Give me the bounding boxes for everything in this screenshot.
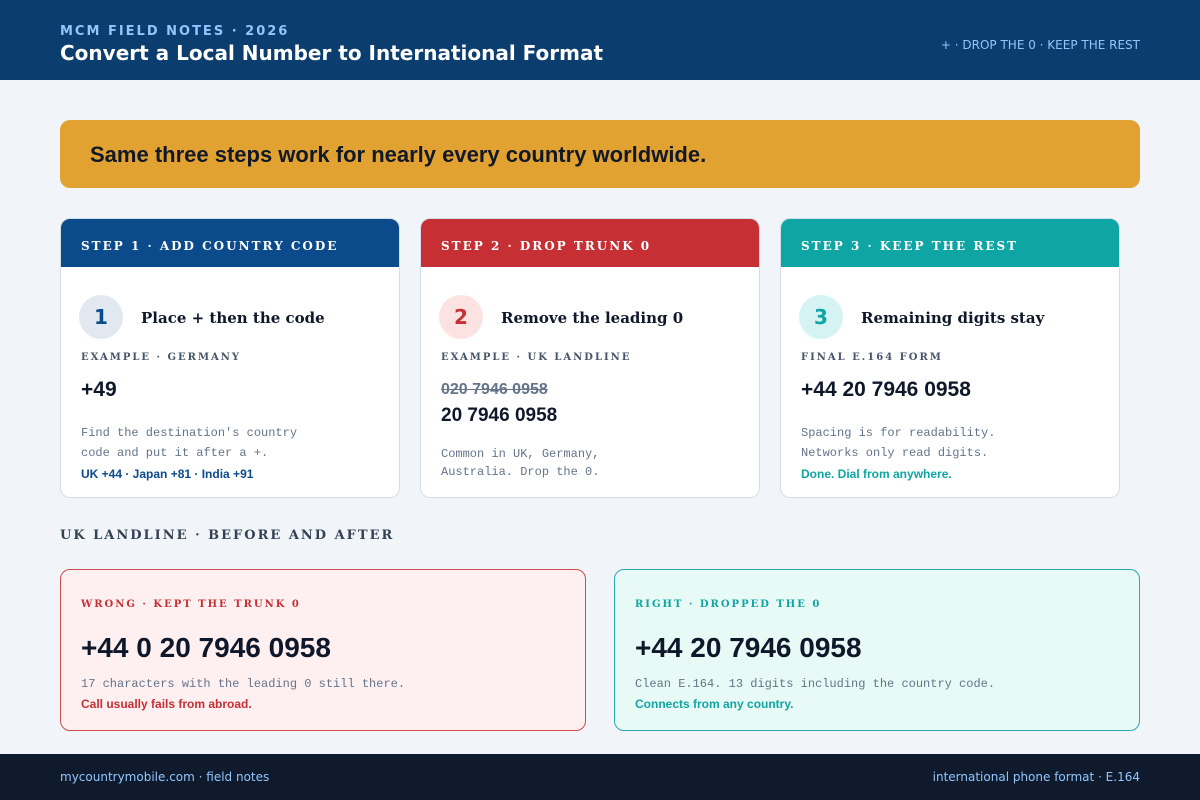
right-example-description: Clean E.164. 13 digits including the cou… — [635, 677, 996, 691]
step-3-band: STEP 3 · KEEP THE REST — [781, 219, 1119, 267]
step-1-description: Find the destination's country code and … — [81, 423, 297, 463]
step-1-description-line: Find the destination's country — [81, 426, 298, 440]
step-2-card: STEP 2 · DROP TRUNK 0 2 Remove the leadi… — [420, 218, 760, 498]
step-2-struck-number: 020 7946 0958 — [441, 381, 548, 398]
step-1-eyebrow: EXAMPLE · GERMANY — [81, 352, 242, 363]
step-1-description-line: code and put it after a +. — [81, 446, 269, 460]
header-tagline: + · DROP THE 0 · KEEP THE REST — [940, 38, 1140, 52]
right-example-note: Connects from any country. — [635, 697, 794, 711]
comparison-section-title: UK LANDLINE · BEFORE AND AFTER — [60, 528, 395, 543]
step-2-heading: Remove the leading 0 — [501, 309, 684, 327]
step-2-example-value: 20 7946 0958 — [441, 405, 558, 426]
step-1-band: STEP 1 · ADD COUNTRY CODE — [61, 219, 399, 267]
wrong-example-card: WRONG · KEPT THE TRUNK 0 +44 0 20 7946 0… — [60, 569, 586, 731]
wrong-example-description: 17 characters with the leading 0 still t… — [81, 677, 406, 691]
footer-site: mycountrymobile.com · field notes — [60, 770, 270, 784]
step-3-description-line: Networks only read digits. — [801, 446, 989, 460]
step-3-heading: Remaining digits stay — [861, 309, 1045, 327]
step-3-example-value: +44 20 7946 0958 — [801, 378, 971, 401]
header-kicker: MCM FIELD NOTES · 2026 — [60, 24, 290, 39]
step-3-description-line: Spacing is for readability. — [801, 426, 996, 440]
wrong-example-note: Call usually fails from abroad. — [81, 697, 252, 711]
step-2-description-line: Common in UK, Germany, — [441, 447, 600, 461]
header-bar: MCM FIELD NOTES · 2026 Convert a Local N… — [0, 0, 1200, 80]
step-3-description: Spacing is for readability. Networks onl… — [801, 423, 995, 463]
step-3-note: Done. Dial from anywhere. — [801, 467, 952, 481]
wrong-example-label: WRONG · KEPT THE TRUNK 0 — [81, 599, 301, 610]
step-2-eyebrow: EXAMPLE · UK LANDLINE — [441, 352, 632, 363]
page-title: Convert a Local Number to International … — [60, 41, 604, 65]
right-example-card: RIGHT · DROPPED THE 0 +44 20 7946 0958 C… — [614, 569, 1140, 731]
step-1-title: STEP 1 · ADD COUNTRY CODE — [81, 239, 339, 253]
footer-topic: international phone format · E.164 — [932, 770, 1140, 784]
step-2-band: STEP 2 · DROP TRUNK 0 — [421, 219, 759, 267]
summary-banner-text: Same three steps work for nearly every c… — [90, 142, 707, 167]
step-2-description: Common in UK, Germany, Australia. Drop t… — [441, 445, 599, 481]
right-example-label: RIGHT · DROPPED THE 0 — [635, 599, 822, 610]
wrong-example-number: +44 0 20 7946 0958 — [81, 632, 331, 663]
step-3-card: STEP 3 · KEEP THE REST 3 Remaining digit… — [780, 218, 1120, 498]
step-1-number-badge: 1 — [79, 295, 123, 339]
step-3-title: STEP 3 · KEEP THE REST — [801, 239, 1019, 253]
step-1-card: STEP 1 · ADD COUNTRY CODE 1 Place + then… — [60, 218, 400, 498]
step-2-number-badge: 2 — [439, 295, 483, 339]
right-example-number: +44 20 7946 0958 — [635, 632, 862, 663]
step-3-number-badge: 3 — [799, 295, 843, 339]
step-1-example-value: +49 — [81, 378, 117, 401]
step-2-title: STEP 2 · DROP TRUNK 0 — [441, 239, 652, 253]
step-3-eyebrow: FINAL E.164 FORM — [801, 352, 943, 363]
summary-banner: Same three steps work for nearly every c… — [60, 120, 1140, 188]
footer-bar: mycountrymobile.com · field notes intern… — [0, 754, 1200, 800]
step-2-description-line: Australia. Drop the 0. — [441, 465, 600, 479]
step-1-heading: Place + then the code — [141, 309, 325, 327]
step-1-note: UK +44 · Japan +81 · India +91 — [81, 467, 254, 481]
